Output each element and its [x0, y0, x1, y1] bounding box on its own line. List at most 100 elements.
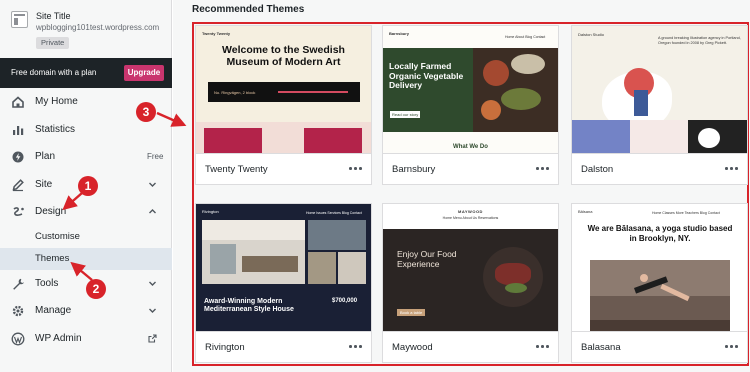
preview-button: Read our story — [390, 111, 421, 118]
external-link-icon[interactable] — [148, 333, 157, 343]
promo-text: Free domain with a plan — [11, 68, 97, 77]
preview-image-right — [304, 128, 362, 153]
preview-headline: Locally Farmed Organic Vegetable Deliver… — [389, 61, 464, 90]
theme-preview[interactable]: Dalston Studio A ground breaking Illustr… — [572, 26, 747, 154]
theme-card-barnsbury[interactable]: Barnsbury Home About Blog Contact Locall… — [382, 25, 559, 185]
preview-rule — [278, 91, 348, 93]
sidebar-item-label: Design — [35, 206, 67, 217]
sidebar-item-label: Manage — [35, 305, 72, 316]
theme-preview[interactable]: Barnsbury Home About Blog Contact Locall… — [383, 26, 558, 154]
theme-card-rivington[interactable]: Rivington Home Issues Services Blog Cont… — [195, 203, 372, 363]
preview-headline: Welcome to the Swedish Museum of Modern … — [222, 44, 345, 68]
main-content: Recommended Themes Twenty Twenty Welcome… — [173, 0, 750, 372]
theme-card-maywood[interactable]: MAYWOOD Home Menu About Us Reservations … — [382, 203, 559, 363]
preview-nav-title: Dalston Studio — [578, 32, 605, 37]
sidebar-item-label: Site — [35, 178, 53, 190]
preview-headline: Enjoy Our Food Experience — [397, 249, 457, 269]
preview-nav-title: Barnsbury — [389, 31, 410, 36]
sidebar-item-label: Tools — [35, 277, 59, 289]
theme-name[interactable]: Maywood — [392, 342, 433, 353]
more-options-icon[interactable] — [536, 343, 550, 351]
wordpress-icon — [11, 332, 25, 345]
sidebar-subitem-customise[interactable]: Customise — [0, 226, 172, 248]
site-title[interactable]: Site Title — [36, 11, 71, 21]
sidebar-item-label: Plan — [35, 151, 56, 162]
sidebar-subitem-label: Customise — [35, 230, 80, 242]
private-badge: Private — [36, 37, 70, 49]
preview-thumb-3 — [338, 252, 366, 284]
sidebar-item-label: My Home — [35, 96, 78, 107]
theme-preview[interactable]: Rivington Home Issues Services Blog Cont… — [196, 204, 371, 332]
theme-name[interactable]: Barnsbury — [392, 164, 435, 175]
chevron-down-icon[interactable] — [148, 180, 157, 189]
annotation-step-3: 3 — [136, 102, 156, 122]
annotation-step-2: 2 — [86, 279, 106, 299]
sidebar-item-label: Statistics — [35, 123, 76, 135]
section-title: Recommended Themes — [192, 4, 305, 15]
sidebar-item-wp-admin[interactable]: WP Admin — [0, 325, 172, 353]
gear-icon — [12, 305, 24, 317]
wrench-icon — [13, 278, 24, 290]
sidebar-item-plan[interactable]: Plan Free — [0, 143, 172, 171]
preview-nav-links: Home About Blog Contact — [505, 35, 546, 39]
preview-hero: Enjoy Our Food Experience Book a table — [383, 229, 558, 331]
preview-nav-links: Home Menu About Us Reservations — [442, 216, 499, 220]
preview-hero: Locally Farmed Organic Vegetable Deliver… — [383, 48, 558, 132]
preview-headline: We are Bālasana, a yoga studio based in … — [587, 224, 733, 243]
preview-nav-title: Twenty Twenty — [202, 31, 231, 36]
preview-dish-photo — [483, 247, 543, 307]
more-options-icon[interactable] — [536, 165, 550, 173]
preview-yoga-photo — [590, 260, 730, 331]
brush-icon — [13, 207, 24, 216]
theme-name[interactable]: Balasana — [581, 342, 621, 353]
annotation-step-1: 1 — [78, 176, 98, 196]
theme-preview[interactable]: Twenty Twenty Welcome to the Swedish Mus… — [196, 26, 371, 154]
site-icon — [11, 11, 28, 28]
annotation-highlight-frame: Twenty Twenty Welcome to the Swedish Mus… — [192, 22, 749, 366]
theme-name[interactable]: Rivington — [205, 342, 245, 353]
preview-footer-heading: What We Do — [453, 144, 488, 150]
preview-living-room-photo — [202, 220, 305, 284]
theme-name[interactable]: Twenty Twenty — [205, 164, 268, 175]
home-icon — [12, 96, 24, 108]
preview-button: Book a table — [397, 309, 426, 316]
sidebar-item-label: WP Admin — [35, 332, 82, 344]
theme-preview[interactable]: Bālsana Home Classes More Teachers Blog … — [572, 204, 747, 332]
preview-image-strip — [196, 122, 371, 153]
domain-promo-banner[interactable]: Free domain with a plan Upgrade — [0, 58, 172, 88]
site-card[interactable]: Site Title wpblogging101test.wordpress.c… — [0, 0, 172, 56]
theme-preview[interactable]: MAYWOOD Home Menu About Us Reservations … — [383, 204, 558, 332]
plan-icon — [12, 151, 24, 163]
bar-chart-icon — [13, 125, 24, 135]
theme-card-twenty-twenty[interactable]: Twenty Twenty Welcome to the Swedish Mus… — [195, 25, 372, 185]
upgrade-button[interactable]: Upgrade — [124, 65, 164, 81]
more-options-icon[interactable] — [725, 165, 739, 173]
more-options-icon[interactable] — [349, 165, 363, 173]
more-options-icon[interactable] — [349, 343, 363, 351]
preview-price: $700,000 — [332, 298, 358, 304]
preview-nav-links: Home Classes More Teachers Blog Contact — [652, 211, 720, 215]
sidebar-item-design[interactable]: Design — [0, 198, 172, 226]
theme-name[interactable]: Dalston — [581, 164, 613, 175]
theme-card-balasana[interactable]: Bālsana Home Classes More Teachers Blog … — [571, 203, 748, 363]
preview-headline: Award-Winning Modern Mediterranean Style… — [204, 298, 294, 313]
sidebar-nav: My Home Statistics Plan Free Site Design… — [0, 88, 172, 352]
chevron-up-icon[interactable] — [148, 207, 157, 216]
preview-thumb-2 — [308, 252, 336, 284]
sidebar-subitem-themes[interactable]: Themes — [0, 247, 172, 270]
preview-nav-title: Bālsana — [578, 209, 593, 214]
more-options-icon[interactable] — [725, 343, 739, 351]
site-url[interactable]: wpblogging101test.wordpress.com — [36, 23, 170, 32]
sidebar-item-manage[interactable]: Manage — [0, 297, 172, 325]
preview-blurb: A ground breaking Illustration agency in… — [658, 36, 741, 45]
preview-vegetables-photo — [473, 48, 558, 132]
theme-card-dalston[interactable]: Dalston Studio A ground breaking Illustr… — [571, 25, 748, 185]
preview-illustration — [572, 62, 747, 153]
preview-nav-title: MAYWOOD — [458, 209, 483, 214]
preview-nav-title: Rivington — [202, 209, 219, 214]
plan-free-badge: Free — [147, 152, 164, 161]
chevron-down-icon[interactable] — [148, 279, 157, 288]
pencil-icon — [12, 178, 24, 191]
preview-details-bar: No. Ringvägen, 2 block — [208, 82, 360, 102]
chevron-down-icon[interactable] — [148, 306, 157, 315]
